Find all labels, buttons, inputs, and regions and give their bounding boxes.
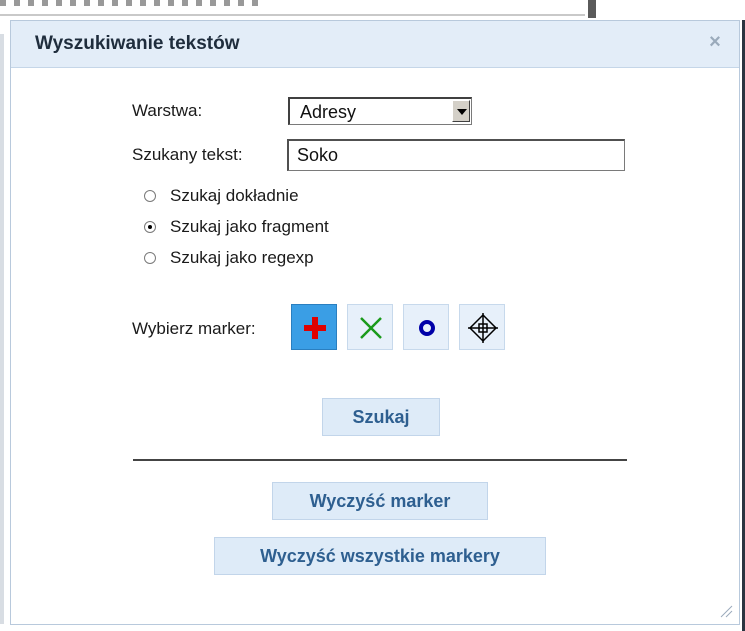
- marker-option-crosshair[interactable]: [459, 304, 505, 350]
- close-icon[interactable]: ×: [705, 31, 725, 53]
- background-window-edge: [0, 34, 4, 624]
- background-text-remnant: [0, 0, 260, 6]
- marker-option-blue-circle[interactable]: [403, 304, 449, 350]
- marker-option-green-x[interactable]: [347, 304, 393, 350]
- radio-label: Szukaj jako fragment: [170, 217, 329, 236]
- dialog-titlebar[interactable]: Wyszukiwanie tekstów ×: [11, 21, 739, 68]
- radio-button[interactable]: [144, 252, 156, 264]
- clear-marker-button[interactable]: Wyczyść marker: [272, 482, 488, 520]
- background-window-strip: [0, 0, 745, 22]
- blue-circle-icon: [419, 320, 435, 336]
- resize-grip-icon[interactable]: [719, 604, 733, 618]
- search-text-input[interactable]: [287, 139, 625, 171]
- red-cross-icon: [304, 317, 326, 339]
- radio-label: Szukaj dokładnie: [170, 186, 299, 205]
- radio-button[interactable]: [144, 190, 156, 202]
- background-divider: [0, 14, 585, 16]
- background-scrollbar: [588, 0, 596, 18]
- crosshair-icon: [468, 313, 498, 343]
- green-x-icon: [360, 317, 382, 339]
- search-button[interactable]: Szukaj: [322, 398, 440, 436]
- layer-select-value: Adresy: [300, 102, 357, 122]
- marker-label: Wybierz marker:: [132, 319, 256, 338]
- layer-label: Warstwa:: [132, 101, 203, 120]
- clear-all-markers-button[interactable]: Wyczyść wszystkie markery: [214, 537, 546, 575]
- radio-label: Szukaj jako regexp: [170, 248, 314, 267]
- dialog-title: Wyszukiwanie tekstów: [35, 33, 240, 54]
- layer-select[interactable]: Adresy: [288, 97, 472, 125]
- marker-option-red-cross[interactable]: [291, 304, 337, 350]
- radio-button[interactable]: [144, 221, 156, 233]
- divider: [133, 459, 627, 461]
- search-text-label: Szukany tekst:: [132, 145, 243, 164]
- chevron-down-icon[interactable]: [452, 100, 470, 122]
- text-search-dialog: Wyszukiwanie tekstów × Warstwa: Adresy S…: [10, 20, 740, 625]
